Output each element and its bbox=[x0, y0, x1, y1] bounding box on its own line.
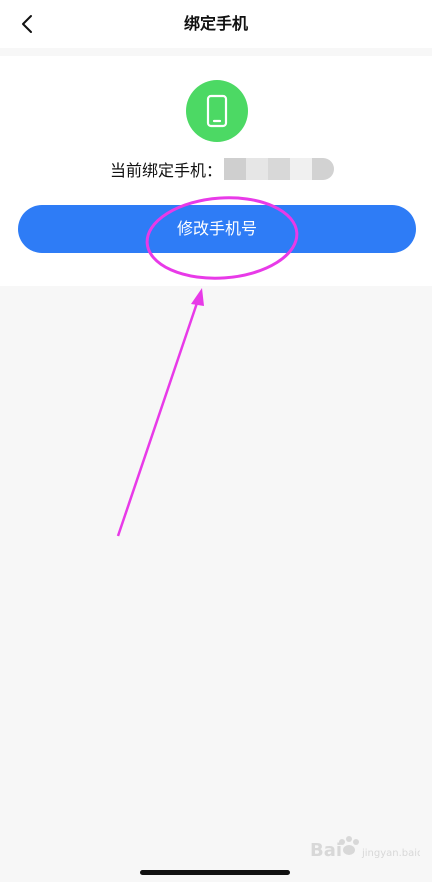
mask-block bbox=[290, 158, 313, 180]
mask-block bbox=[268, 158, 291, 180]
phone-badge bbox=[186, 80, 248, 142]
current-phone-label: 当前绑定手机： bbox=[110, 161, 223, 180]
bind-phone-card: 当前绑定手机： 修改手机号 bbox=[0, 56, 432, 286]
modify-phone-button[interactable]: 修改手机号 bbox=[18, 205, 416, 253]
baidu-paw-logo: Bai jingyan.baidu.com bbox=[310, 836, 432, 861]
pointer-arrow-shaft bbox=[116, 299, 200, 537]
mask-block bbox=[246, 158, 269, 180]
svg-text:jingyan.baidu.com: jingyan.baidu.com bbox=[361, 848, 420, 859]
mask-block bbox=[224, 158, 247, 180]
watermark: Bai jingyan.baidu.com bbox=[290, 830, 432, 870]
home-indicator bbox=[140, 870, 290, 875]
mask-block bbox=[312, 158, 335, 180]
svg-text:Bai: Bai bbox=[310, 840, 342, 861]
pointer-arrow-head bbox=[191, 288, 204, 306]
current-phone-row: 当前绑定手机： bbox=[110, 156, 335, 182]
smartphone-icon bbox=[206, 94, 228, 128]
page-title: 绑定手机 bbox=[183, 14, 248, 33]
masked-phone-number bbox=[224, 158, 335, 180]
navigation-bar: 绑定手机 bbox=[0, 0, 432, 48]
